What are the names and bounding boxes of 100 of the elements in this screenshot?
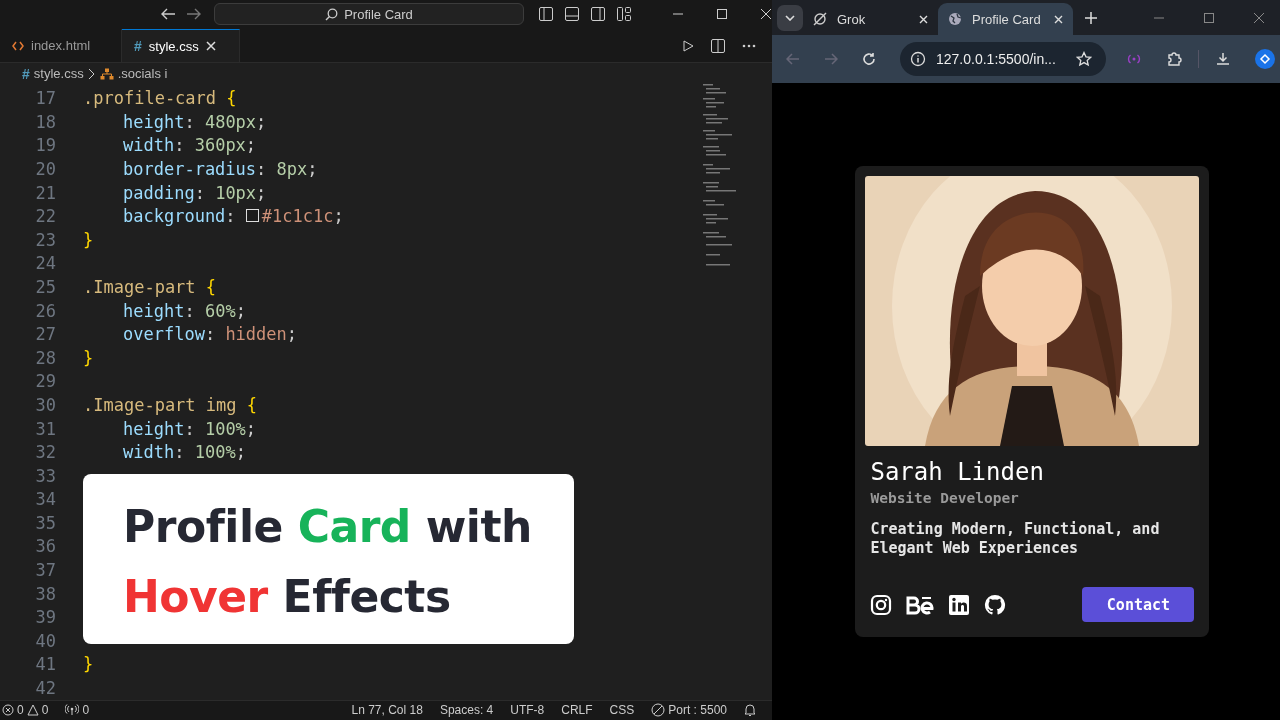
line-number: 32 [34, 442, 57, 463]
search-field[interactable]: Profile Card [214, 3, 524, 26]
line-number: 35 [34, 512, 57, 533]
encoding[interactable]: UTF-8 [510, 703, 545, 718]
forward-arrow-icon[interactable] [186, 8, 202, 21]
line-number: 42 [34, 678, 57, 699]
maximize-icon[interactable] [1202, 11, 1215, 24]
code-line: height: 100%; [123, 418, 257, 439]
profile-role: Website Developer [870, 490, 1020, 506]
github-icon[interactable] [984, 593, 1007, 616]
line-number: 27 [34, 324, 57, 345]
headline: Hover Effects [123, 570, 452, 625]
broadcast-icon[interactable] [65, 704, 80, 717]
line-number: 20 [34, 158, 57, 179]
line-number: 18 [34, 111, 57, 132]
line-number: 33 [34, 465, 57, 486]
code-line: padding: 10px; [123, 182, 267, 203]
code-line: border-radius: 8px; [123, 158, 318, 179]
line-number: 28 [34, 347, 57, 368]
line-number: 22 [34, 206, 57, 227]
split-editor-icon[interactable] [710, 37, 726, 54]
line-number: 17 [34, 88, 57, 109]
profile-name: Sarah Linden [870, 458, 1045, 486]
hash-icon: # [22, 65, 30, 82]
new-tab-icon[interactable] [1085, 11, 1097, 24]
line-number: 29 [34, 371, 57, 392]
warning-count[interactable]: 0 [41, 703, 49, 718]
line-number: 38 [34, 583, 57, 604]
chevron-icon [87, 67, 96, 80]
hierarchy-icon [99, 67, 114, 80]
search-icon [325, 7, 339, 21]
close-icon[interactable] [760, 8, 772, 21]
line-number: 36 [34, 536, 57, 557]
line-number: 24 [34, 253, 57, 274]
breadcrumb-item[interactable]: style.css [33, 66, 84, 82]
code-line: .Image-part img { [83, 394, 257, 415]
tab-search-button[interactable] [777, 4, 803, 31]
code-line: width: 100%; [123, 442, 246, 463]
browser-tab[interactable]: Profile Card [938, 3, 1073, 35]
error-icon[interactable] [2, 704, 14, 717]
line-number: 19 [34, 135, 57, 156]
bell-icon[interactable] [744, 703, 756, 718]
language-mode[interactable]: CSS [609, 703, 635, 718]
code-line: height: 480px; [123, 111, 267, 132]
code-line: } [83, 654, 94, 675]
hash-icon: # [134, 38, 142, 54]
line-number: 26 [34, 300, 57, 321]
line-number: 23 [34, 229, 57, 250]
secondary-sidebar-icon[interactable] [590, 6, 606, 23]
line-number: 30 [34, 394, 57, 415]
maximize-icon[interactable] [716, 8, 728, 21]
line-number: 34 [34, 489, 57, 510]
code-line: .profile-card { [83, 88, 237, 109]
info-icon[interactable] [910, 51, 926, 67]
chevron-down-icon [785, 14, 795, 21]
browser-tab[interactable]: Grok [803, 3, 938, 35]
address-bar[interactable]: 127.0.0.1:5500/in... [900, 42, 1106, 76]
warning-icon[interactable] [26, 704, 39, 717]
download-icon[interactable] [1214, 51, 1231, 67]
puzzle-icon[interactable] [1165, 51, 1182, 67]
code-line: background: #1c1c1c; [123, 206, 344, 227]
live-server-port[interactable]: Port : 5500 [668, 703, 727, 718]
code-line: .Image-part { [83, 276, 217, 297]
run-icon[interactable] [682, 39, 694, 52]
line-number: 39 [34, 607, 57, 628]
code-line: height: 60%; [123, 300, 246, 321]
sidebar-toggle-icon[interactable] [538, 6, 554, 23]
more-icon[interactable] [742, 43, 756, 48]
globe-icon [948, 12, 962, 26]
layout-icon[interactable] [616, 6, 632, 23]
code-line: overflow: hidden; [123, 324, 298, 345]
headline: Profile Card with [123, 500, 533, 555]
line-number: 25 [34, 276, 57, 297]
line-number: 40 [34, 630, 57, 651]
reload-icon[interactable] [862, 52, 876, 66]
port-count[interactable]: 0 [82, 703, 90, 718]
breadcrumb-item[interactable]: .socials i [117, 66, 168, 82]
code-line: } [83, 229, 94, 250]
editor-tab[interactable]: # style.css [122, 28, 240, 63]
instagram-icon[interactable] [870, 593, 893, 616]
line-ending[interactable]: CRLF [561, 703, 593, 718]
behance-icon[interactable] [906, 594, 935, 615]
code-brackets-icon [12, 40, 24, 51]
indentation[interactable]: Spaces: 4 [439, 703, 494, 718]
line-number: 21 [34, 182, 57, 203]
profile-avatar-icon[interactable] [1254, 49, 1275, 69]
panel-toggle-icon[interactable] [564, 6, 580, 23]
line-number: 37 [34, 560, 57, 581]
cursor-position[interactable]: Ln 77, Col 18 [351, 703, 423, 718]
code-line: } [83, 347, 94, 368]
contact-button[interactable]: Contact [1082, 587, 1195, 622]
code-line: width: 360px; [123, 135, 257, 156]
slashed-circle-icon [813, 12, 827, 26]
no-entry-icon[interactable] [651, 703, 666, 718]
star-icon[interactable] [1075, 51, 1092, 67]
line-number: 31 [34, 418, 57, 439]
error-count[interactable]: 0 [17, 703, 24, 718]
linkedin-icon[interactable] [948, 593, 971, 616]
profile-tagline: Creating Modern, Functional, and Elegant Web Experiences [870, 520, 1161, 558]
line-number: 41 [34, 654, 57, 675]
